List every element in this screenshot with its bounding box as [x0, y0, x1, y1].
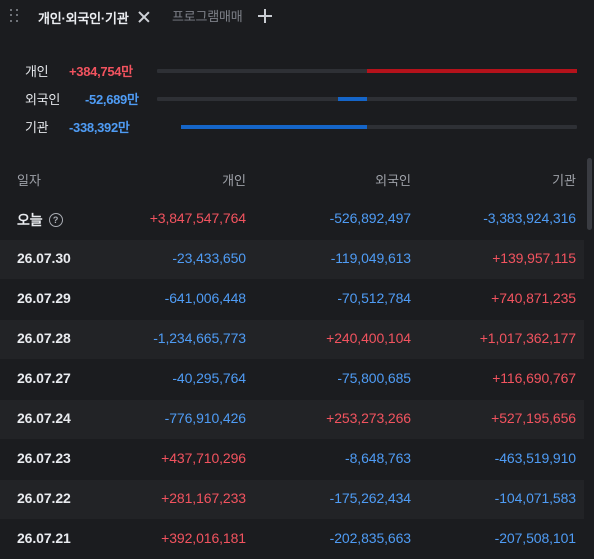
summary-bar [181, 125, 367, 129]
row-date: 26.07.27 [17, 370, 71, 386]
column-header-institution[interactable]: 기관 [552, 170, 576, 189]
cell-institution: -463,519,910 [494, 450, 576, 466]
cell-individual: +3,847,547,764 [149, 210, 246, 226]
tab-program-trading[interactable]: 프로그램매매 [172, 8, 243, 26]
cell-institution: +527,195,656 [491, 410, 576, 426]
table-row[interactable]: 26.07.23 +437,710,296 -8,648,763 -463,519,9… [0, 440, 584, 479]
summary-bar [367, 69, 577, 73]
row-date-text: 26.07.23 [17, 450, 71, 466]
cell-foreign: +253,273,266 [326, 410, 411, 426]
table-row[interactable]: 26.07.24 -776,910,426 +253,273,266 +527,195… [0, 400, 584, 439]
cell-individual: -641,006,448 [164, 290, 246, 306]
summary-row-institution: 기관 -338,392만 [0, 115, 594, 135]
cell-foreign: -70,512,784 [337, 290, 411, 306]
cell-institution: +139,957,115 [492, 250, 576, 266]
summary-value: -52,689만 [85, 92, 139, 107]
summary-value: +384,754만 [69, 64, 133, 79]
cell-institution: -104,071,583 [494, 490, 576, 506]
table-row[interactable]: 26.07.21 +392,016,181 -202,835,663 -207,508… [0, 520, 584, 559]
drag-handle-icon[interactable] [10, 9, 20, 23]
row-date-text: 오늘 [17, 212, 43, 228]
summary-row-individual: 개인 +384,754만 [0, 59, 594, 79]
row-date: 26.07.22 [17, 490, 71, 506]
cell-individual: +392,016,181 [161, 530, 246, 546]
summary-bar-track [157, 69, 577, 73]
summary-row-foreign: 외국인 -52,689만 [0, 87, 594, 107]
cell-foreign: -8,648,763 [345, 450, 411, 466]
column-header-date[interactable]: 일자 [17, 170, 41, 189]
row-date-text: 26.07.24 [17, 410, 71, 426]
row-date: 26.07.23 [17, 450, 71, 466]
scrollbar[interactable] [587, 158, 592, 230]
summary-label: 기관 [25, 120, 49, 135]
close-icon[interactable] [137, 10, 151, 24]
table-row[interactable]: 26.07.30 -23,433,650 -119,049,613 +139,957,… [0, 240, 584, 279]
tab-investor-trading[interactable]: 개인·외국인·기관 [38, 8, 151, 26]
cell-individual: -40,295,764 [172, 370, 246, 386]
cell-individual: -1,234,665,773 [153, 330, 246, 346]
add-tab-icon[interactable] [258, 9, 272, 23]
cell-foreign: -75,800,685 [337, 370, 411, 386]
column-header-foreign[interactable]: 외국인 [375, 170, 411, 189]
summary-bar-track [157, 97, 577, 101]
cell-foreign: -526,892,497 [329, 210, 411, 226]
column-header-individual[interactable]: 개인 [222, 170, 246, 189]
table-row[interactable]: 26.07.28 -1,234,665,773 +240,400,104 +1,017… [0, 320, 584, 359]
cell-individual: -23,433,650 [172, 250, 246, 266]
summary-label: 외국인 [25, 92, 60, 107]
table-row[interactable]: 오늘? +3,847,547,764 -526,892,497 -3,383,924,… [0, 200, 584, 239]
table-header: 일자 개인 외국인 기관 [0, 158, 584, 198]
cell-institution: +740,871,235 [491, 290, 576, 306]
row-date: 오늘? [17, 210, 63, 230]
row-date: 26.07.24 [17, 410, 71, 426]
cell-foreign: -175,262,434 [329, 490, 411, 506]
table-row[interactable]: 26.07.27 -40,295,764 -75,800,685 +116,690,7… [0, 360, 584, 399]
table-row[interactable]: 26.07.29 -641,006,448 -70,512,784 +740,871,… [0, 280, 584, 319]
summary-bar-track [181, 125, 577, 129]
tab-bar: 개인·외국인·기관 프로그램매매 [0, 0, 594, 34]
cell-institution: +116,690,767 [492, 370, 576, 386]
row-date-text: 26.07.29 [17, 290, 71, 306]
summary-label: 개인 [25, 64, 49, 79]
row-date: 26.07.21 [17, 530, 71, 546]
row-date: 26.07.30 [17, 250, 71, 266]
cell-foreign: +240,400,104 [326, 330, 411, 346]
table-row[interactable]: 26.07.22 +281,167,233 -175,262,434 -104,071… [0, 480, 584, 519]
summary-value: -338,392만 [69, 120, 130, 135]
cell-institution: +1,017,362,177 [479, 330, 576, 346]
row-date-text: 26.07.28 [17, 330, 71, 346]
cell-foreign: -119,049,613 [330, 250, 411, 266]
row-date-text: 26.07.21 [17, 530, 71, 546]
row-date-text: 26.07.27 [17, 370, 71, 386]
summary-bar [338, 97, 367, 101]
cell-individual: +437,710,296 [161, 450, 246, 466]
row-date-text: 26.07.22 [17, 490, 71, 506]
cell-institution: -207,508,101 [494, 530, 576, 546]
cell-institution: -3,383,924,316 [483, 210, 576, 226]
help-icon[interactable]: ? [48, 213, 63, 227]
cell-individual: -776,910,426 [164, 410, 246, 426]
cell-foreign: -202,835,663 [329, 530, 411, 546]
tab-investor-trading-label: 개인·외국인·기관 [38, 10, 129, 26]
cell-individual: +281,167,233 [161, 490, 246, 506]
row-date: 26.07.28 [17, 330, 71, 346]
row-date: 26.07.29 [17, 290, 71, 306]
row-date-text: 26.07.30 [17, 250, 71, 266]
